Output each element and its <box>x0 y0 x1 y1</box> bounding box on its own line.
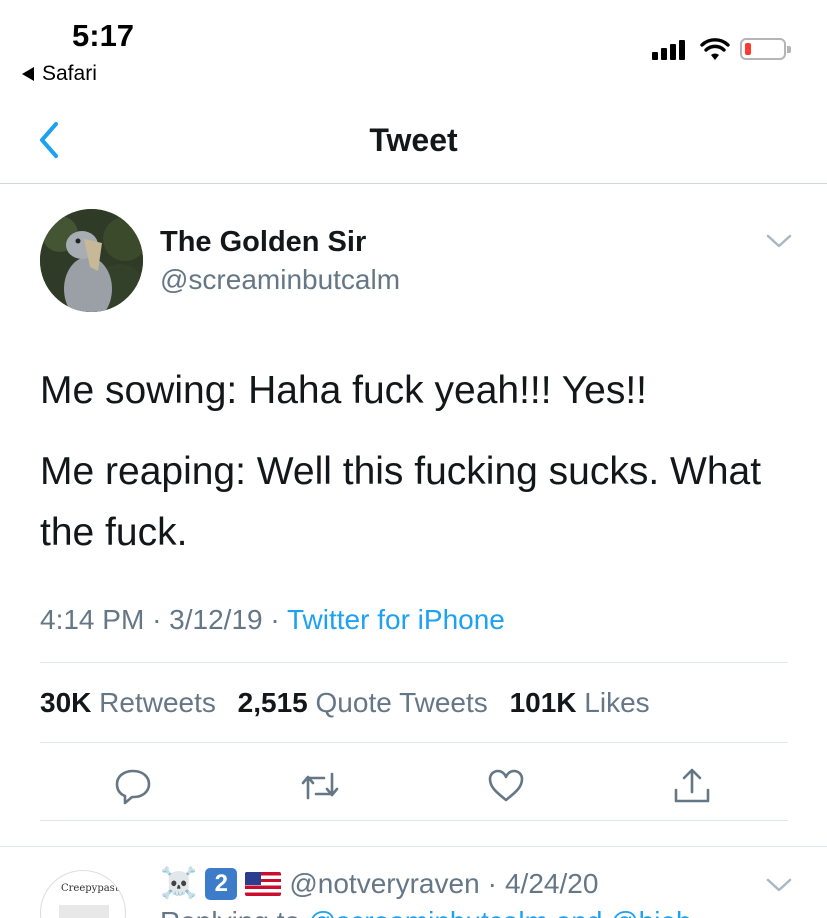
tweet-source-link[interactable]: Twitter for iPhone <box>287 604 505 635</box>
share-icon[interactable] <box>672 766 712 806</box>
retweet-icon[interactable] <box>300 766 340 806</box>
replying-to-label: Replying to <box>160 906 300 918</box>
status-time: 5:17 <box>72 18 135 53</box>
like-icon[interactable] <box>486 766 526 806</box>
meta-separator: · <box>487 867 497 899</box>
battery-icon <box>740 38 791 60</box>
retweets-label: Retweets <box>99 687 216 718</box>
divider <box>40 662 788 663</box>
reply-icon[interactable] <box>113 766 153 806</box>
divider <box>40 820 788 821</box>
meta-separator: · <box>270 604 280 635</box>
likes-label: Likes <box>584 687 650 718</box>
tweet-stats: 30K Retweets 2,515 Quote Tweets 101K Lik… <box>40 687 664 719</box>
tweet-meta: 4:14 PM · 3/12/19 · Twitter for iPhone <box>40 604 505 636</box>
retweets-count: 30K <box>40 687 92 718</box>
reply-date: 4/24/20 <box>504 867 599 899</box>
tweet-time: 4:14 PM <box>40 604 145 635</box>
likes-stat[interactable]: 101K Likes <box>510 687 664 718</box>
quotes-label: Quote Tweets <box>315 687 488 718</box>
replying-to: Replying to @screaminbutcalm and @bieb <box>160 906 800 918</box>
skull-crossbones-icon: ☠️ <box>160 867 198 900</box>
chevron-down-icon[interactable] <box>765 876 793 894</box>
meta-separator: · <box>152 604 162 635</box>
tweet-line: Me sowing: Haha fuck yeah!!! Yes!! <box>40 369 648 412</box>
tweet-text: Me sowing: Haha fuck yeah!!! Yes!! Me re… <box>40 360 800 583</box>
battery-level <box>745 43 751 55</box>
back-triangle-icon <box>22 67 34 81</box>
quotes-stat[interactable]: 2,515 Quote Tweets <box>238 687 510 718</box>
tweet-date: 3/12/19 <box>169 604 263 635</box>
divider <box>40 742 788 743</box>
author-name[interactable]: The Golden Sir <box>160 226 366 259</box>
replying-to-link[interactable]: @screaminbutcalm and @bieb <box>308 906 692 918</box>
us-flag-icon <box>245 871 282 896</box>
likes-count: 101K <box>509 687 577 718</box>
keycap-two-icon: 2 <box>205 867 238 900</box>
shoebill-avatar-image <box>40 209 143 312</box>
quotes-count: 2,515 <box>237 687 308 718</box>
cellular-signal-icon <box>652 40 685 60</box>
author-handle[interactable]: @screaminbutcalm <box>160 264 400 296</box>
reply-header: ☠️ 2 @notveryraven · 4/24/20 <box>160 866 598 901</box>
chevron-down-icon[interactable] <box>765 232 793 250</box>
retweets-stat[interactable]: 30K Retweets <box>40 687 238 718</box>
reply-avatar[interactable]: Creepypasta. <box>40 870 126 918</box>
back-to-app-button[interactable]: Safari <box>22 62 97 86</box>
page-title: Tweet <box>369 122 458 158</box>
tweet-line: Me reaping: Well this fucking sucks. Wha… <box>40 450 762 554</box>
author-avatar[interactable] <box>40 209 143 312</box>
tv-image <box>59 905 109 918</box>
back-app-label: Safari <box>42 62 97 85</box>
reply-handle[interactable]: @notveryraven <box>289 868 479 900</box>
nav-divider <box>0 183 827 184</box>
reply-avatar-text: Creepypasta. <box>61 883 126 894</box>
thread-divider <box>0 846 827 847</box>
wifi-icon <box>700 38 730 60</box>
